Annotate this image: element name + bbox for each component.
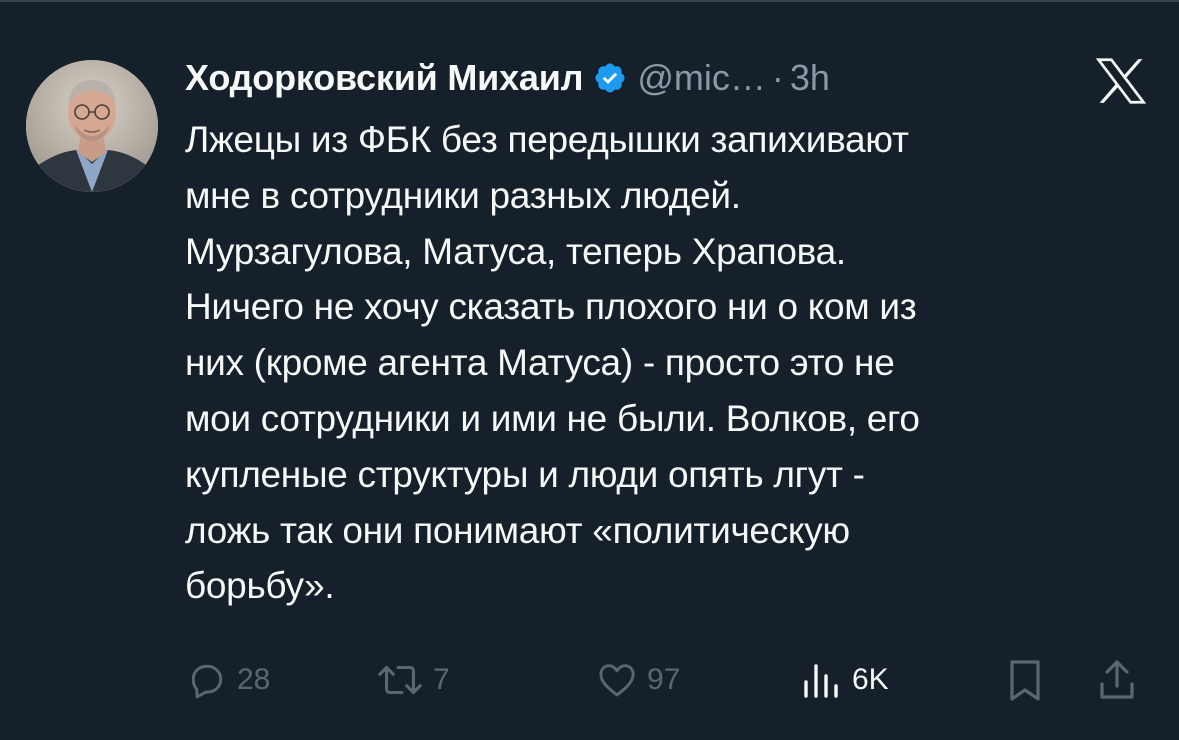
verified-badge-icon [593, 61, 627, 95]
display-name[interactable]: Ходорковский Михаил [185, 57, 584, 99]
views-icon [800, 658, 840, 702]
views-button[interactable]: 6K [800, 652, 889, 708]
views-count: 6K [852, 663, 889, 696]
share-icon [1095, 656, 1139, 704]
like-count: 97 [647, 663, 681, 696]
retweet-icon [375, 658, 425, 702]
like-button[interactable]: 97 [595, 652, 680, 708]
user-handle[interactable]: @mic… [637, 57, 766, 99]
x-logo-icon [1095, 58, 1147, 104]
retweet-count: 7 [433, 663, 450, 696]
heart-icon [595, 658, 639, 702]
top-divider [0, 0, 1179, 2]
reply-button[interactable]: 28 [185, 652, 270, 708]
tweet-header: Ходорковский Михаил @mic… · 3h [185, 50, 830, 106]
retweet-button[interactable]: 7 [375, 652, 450, 708]
bookmark-button[interactable] [1003, 652, 1047, 708]
avatar[interactable] [26, 60, 158, 192]
tweet-time[interactable]: 3h [790, 57, 830, 99]
reply-count: 28 [237, 663, 271, 696]
share-button[interactable] [1095, 652, 1139, 708]
separator-dot: · [771, 57, 784, 98]
reply-icon [185, 658, 229, 702]
tweet-actions: 28 7 97 6K [185, 652, 1155, 708]
bookmark-icon [1003, 656, 1047, 704]
tweet-text: Лжецы из ФБК без передышки запихивают мн… [185, 119, 920, 607]
